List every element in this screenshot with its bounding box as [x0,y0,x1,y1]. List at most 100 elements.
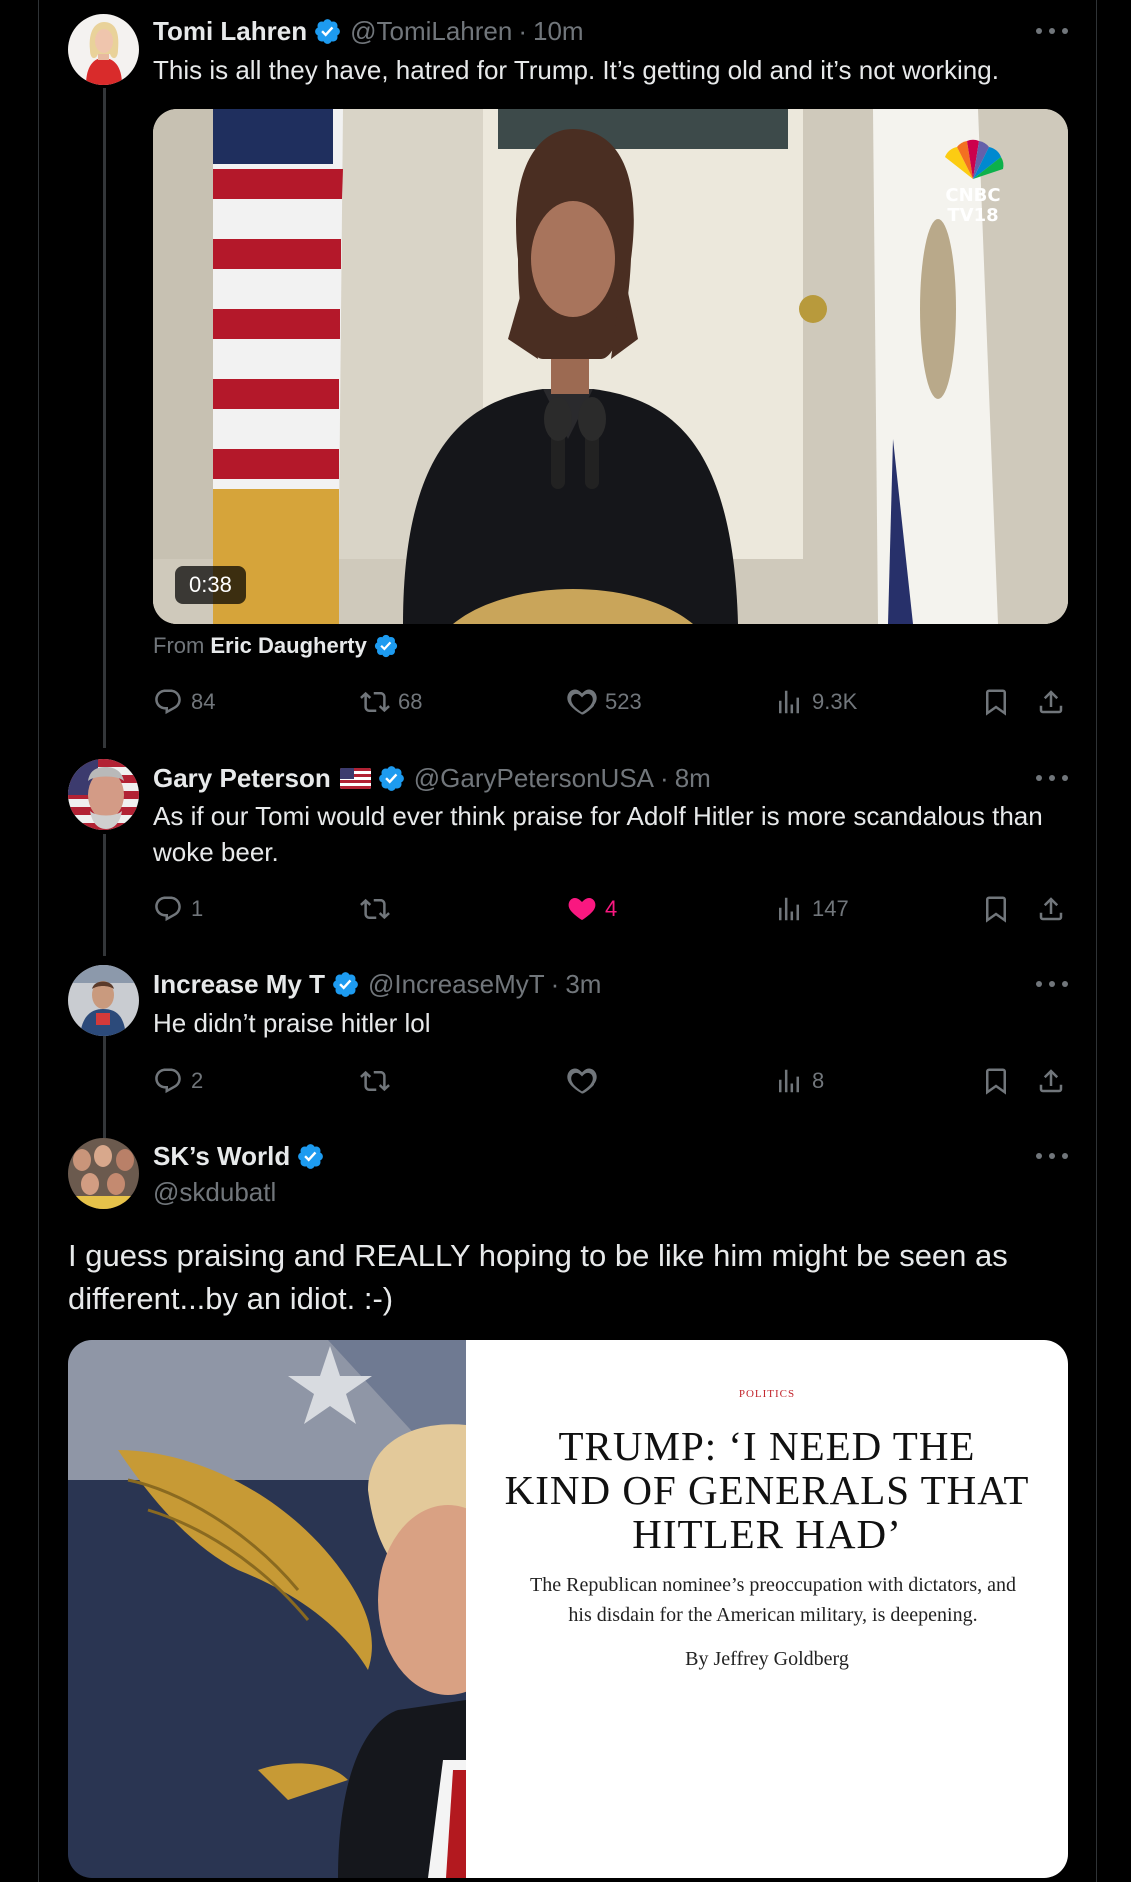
timeline-left-border [38,0,39,1882]
views-button[interactable]: 147 [774,891,849,927]
tweet-header: Increase My T @IncreaseMyT · 3m [153,967,601,1001]
author-handle-row: @skdubatl [153,1175,276,1209]
tweet-header: Gary Peterson @GaryPetersonUSA · 8m [153,761,711,795]
views-button[interactable]: 9.3K [774,684,857,720]
thread-line [103,834,106,956]
tweet-text: I guess praising and REALLY hoping to be… [68,1238,1008,1316]
article-title-line: KIND OF GENERALS THAT [504,1467,1030,1513]
article-title-line: HITLER HAD’ [632,1511,902,1557]
repost-icon [360,687,390,717]
reply-count: 84 [191,689,216,714]
repost-icon [360,894,390,924]
like-icon [567,687,597,717]
verified-badge-icon[interactable] [331,970,360,999]
views-icon [774,687,804,717]
author-handle[interactable]: @GaryPetersonUSA [414,763,654,794]
share-icon [1036,894,1066,924]
author-handle[interactable]: @IncreaseMyT [368,969,545,1000]
tweet-text: This is all they have, hatred for Trump.… [153,55,999,85]
author-name[interactable]: Increase My T [153,969,325,1000]
tweet-actions: 1 4 147 [153,891,1073,927]
like-button[interactable]: 4 [567,891,617,927]
repost-icon [360,1066,390,1096]
tweet-text: As if our Tomi would ever think praise f… [153,801,1043,867]
repost-button[interactable] [360,1063,398,1099]
timestamp[interactable]: 3m [565,969,601,1000]
verified-badge-icon[interactable] [373,633,399,659]
views-icon [774,894,804,924]
like-count: 523 [605,689,642,714]
tweet-actions: 84 68 523 9.3K [153,684,1073,720]
author-name[interactable]: Gary Peterson [153,763,331,794]
tweet-header: Tomi Lahren @TomiLahren · 10m [153,14,584,48]
article-byline: By Jeffrey Goldberg [685,1648,849,1670]
share-icon [1036,1066,1066,1096]
repost-button[interactable]: 68 [360,684,422,720]
views-button[interactable]: 8 [774,1063,824,1099]
author-name[interactable]: SK’s World [153,1141,290,1172]
attribution-name[interactable]: Eric Daugherty [210,633,367,659]
verified-badge-icon[interactable] [313,17,342,46]
timestamp[interactable]: 8m [675,763,711,794]
article-title-line: TRUMP: ‘I NEED THE [558,1423,976,1469]
view-count: 9.3K [812,689,858,714]
more-icon[interactable] [1036,21,1068,41]
share-button[interactable] [1036,1063,1066,1099]
like-button[interactable]: 523 [567,684,642,720]
svg-text:CNBC: CNBC [945,185,1000,206]
video-frame: CNBC TV18 [153,109,1068,624]
separator-dot: · [518,15,528,46]
video-player[interactable]: CNBC TV18 0:38 [153,109,1068,624]
verified-badge-icon[interactable] [296,1142,325,1171]
video-attribution: From Eric Daugherty [153,631,399,661]
reply-button[interactable]: 2 [153,1063,203,1099]
share-button[interactable] [1036,684,1066,720]
article-image [68,1340,466,1878]
bookmark-button[interactable] [981,891,1011,927]
reply-count: 1 [191,896,204,921]
like-icon [567,1066,597,1096]
like-count: 4 [605,896,618,921]
reply-icon [153,1066,183,1096]
like-button[interactable] [567,1063,605,1099]
article-card[interactable]: POLITICS TRUMP: ‘I NEED THE KIND OF GENE… [68,1340,1068,1878]
avatar[interactable] [68,14,139,85]
view-count: 8 [812,1068,825,1093]
avatar[interactable] [68,1138,139,1209]
reply-icon [153,894,183,924]
thread-line [103,88,106,748]
attribution-label: From [153,633,205,658]
tweet-text: He didn’t praise hitler lol [153,1008,431,1038]
video-duration: 0:38 [175,566,246,604]
more-icon[interactable] [1036,974,1068,994]
share-button[interactable] [1036,891,1066,927]
repost-count: 68 [398,689,423,714]
reply-count: 2 [191,1068,204,1093]
verified-badge-icon[interactable] [377,764,406,793]
repost-button[interactable] [360,891,398,927]
reply-button[interactable]: 1 [153,891,203,927]
tweet-header: SK’s World [153,1139,325,1173]
timeline-right-border [1096,0,1097,1882]
avatar[interactable] [68,759,139,830]
bookmark-button[interactable] [981,1063,1011,1099]
bookmark-button[interactable] [981,684,1011,720]
article-kicker: POLITICS [738,1388,796,1400]
timestamp[interactable]: 10m [533,16,584,47]
svg-text:TV18: TV18 [947,205,998,226]
views-icon [774,1066,804,1096]
author-name[interactable]: Tomi Lahren [153,16,307,47]
view-count: 147 [812,896,849,921]
avatar[interactable] [68,965,139,1036]
article-text-panel: POLITICS TRUMP: ‘I NEED THE KIND OF GENE… [466,1340,1068,1878]
more-icon[interactable] [1036,1146,1068,1166]
bookmark-icon [981,687,1011,717]
article-dek: The Republican nominee’s preoccupation w… [506,1570,1040,1630]
tweet-actions: 2 8 [153,1063,1073,1099]
reply-button[interactable]: 84 [153,684,215,720]
author-handle[interactable]: @skdubatl [153,1177,276,1208]
article-dek-line: his disdain for the American military, i… [568,1604,978,1626]
author-handle[interactable]: @TomiLahren [350,16,512,47]
more-icon[interactable] [1036,768,1068,788]
us-flag-icon [339,767,371,789]
